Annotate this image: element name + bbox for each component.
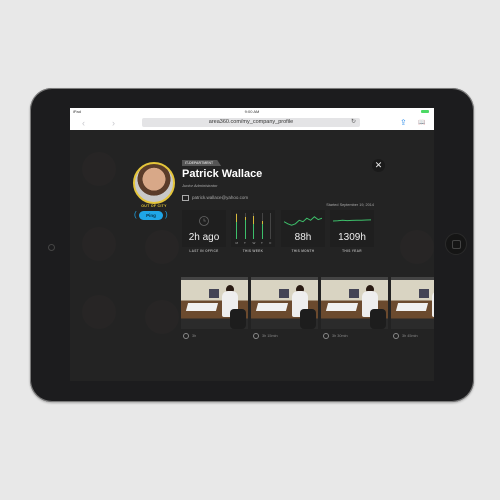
snapshot-time: 3h 45min [393, 333, 418, 339]
snapshot-time: 3h [183, 333, 196, 339]
year-sparkline [333, 219, 371, 222]
sparkline-path [284, 216, 322, 226]
stat-value: 2h ago [188, 232, 220, 243]
stat-card-this-year: 1309h [330, 210, 374, 247]
status-badge: OUT OF CITY [141, 204, 167, 208]
day-label: T [261, 241, 263, 245]
clock-icon [253, 333, 259, 339]
app-content: OUT OF CITY ( Ping ) IT-DEPARTMENT Patri… [70, 130, 434, 381]
status-bar: iPad 9:00 AM [70, 108, 434, 116]
clock: 9:00 AM [244, 109, 260, 114]
forward-icon[interactable]: › [112, 118, 115, 128]
camera [48, 244, 55, 251]
stat-caption: THIS WEEK [242, 249, 264, 253]
ping-button[interactable]: Ping [139, 211, 163, 220]
stat-value: 88h [294, 232, 312, 243]
clock-icon [183, 333, 189, 339]
stat-caption: LAST IN OFFICE [189, 249, 219, 253]
day-label: T [244, 241, 246, 245]
snapshot-time: 3h 15min [253, 333, 278, 339]
avatar [133, 162, 175, 204]
browser-toolbar: ‹ › area360.com/my_company_profile ↻ ⇪ 📖 [70, 116, 434, 131]
clock-icon [393, 333, 399, 339]
ping-wave-right-icon: ) [165, 210, 168, 219]
reload-icon[interactable]: ↻ [351, 118, 356, 127]
month-sparkline [284, 216, 322, 226]
profile-email[interactable]: patrick.wallace@yahoo.com [182, 195, 248, 201]
profile-name: Patrick Wallace [182, 168, 263, 180]
snapshot-photo[interactable] [251, 277, 318, 329]
stat-value: 1309h [338, 232, 366, 243]
day-label: W [252, 241, 256, 245]
screen: iPad 9:00 AM ‹ › area360.com/my_company_… [70, 108, 434, 381]
close-button[interactable]: ✕ [372, 159, 385, 172]
day-label: F [269, 241, 272, 245]
snapshot-photo[interactable] [181, 277, 248, 329]
email-text: patrick.wallace@yahoo.com [192, 195, 249, 200]
stat-card-last-in-office: 2h ago [182, 210, 226, 247]
clock-icon [323, 333, 329, 339]
snapshot-time: 3h 30min [323, 333, 348, 339]
url-text: area360.com/my_company_profile [208, 119, 294, 125]
sparkline-path [333, 219, 371, 222]
share-icon[interactable]: ⇪ [400, 118, 407, 127]
start-date: Started September 19, 2014 [326, 203, 374, 207]
snapshot-photo[interactable] [321, 277, 388, 329]
mail-icon [182, 195, 189, 201]
week-bar [236, 213, 238, 239]
department-tag: IT-DEPARTMENT [182, 160, 222, 166]
home-button[interactable] [445, 233, 467, 255]
clock-icon [199, 216, 209, 226]
address-bar[interactable]: area360.com/my_company_profile ↻ [142, 118, 360, 127]
stat-caption: THIS MONTH [291, 249, 315, 253]
stat-card-this-week: MTWTF [231, 210, 275, 247]
stat-caption: THIS YEAR [342, 249, 362, 253]
day-label: M [235, 241, 239, 245]
ping-wave-left-icon: ( [134, 210, 137, 219]
back-icon[interactable]: ‹ [82, 118, 85, 128]
week-bar [244, 213, 246, 239]
week-bar [253, 213, 255, 239]
week-bar [261, 213, 263, 239]
week-bar [270, 213, 272, 239]
stat-card-this-month: 88h [281, 210, 325, 247]
profile-role: Junior Administrator [182, 183, 218, 188]
battery-icon [421, 110, 429, 113]
bookmarks-icon[interactable]: 📖 [418, 119, 425, 126]
snapshot-photo[interactable] [391, 277, 434, 329]
